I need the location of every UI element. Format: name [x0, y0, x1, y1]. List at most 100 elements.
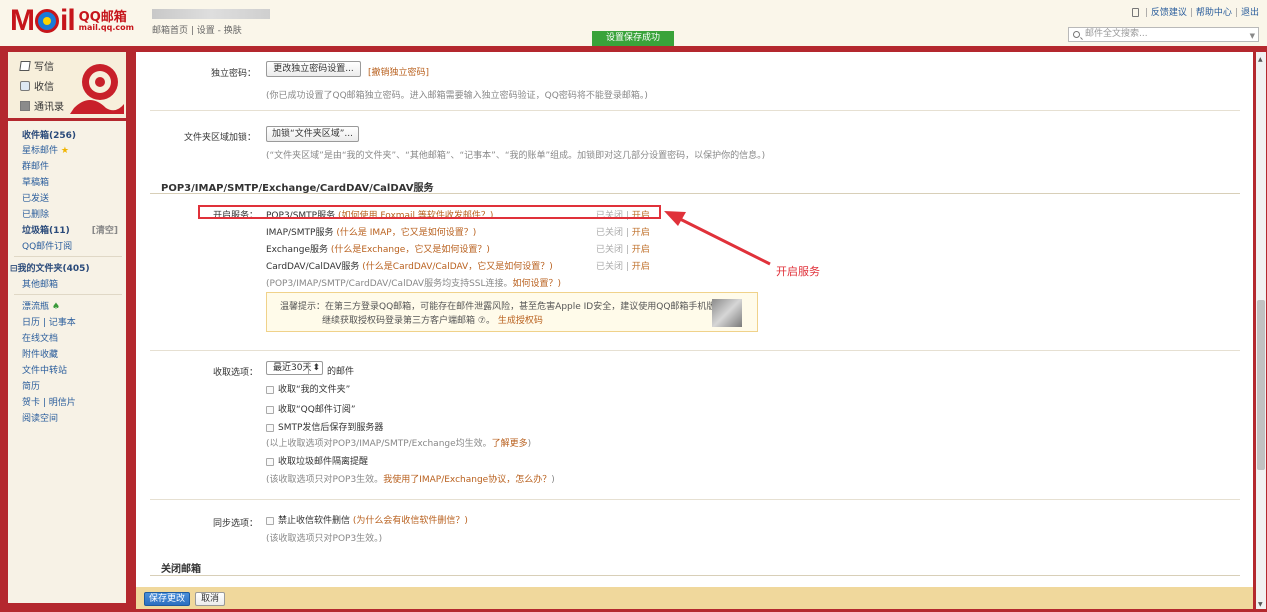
sidebar-item-other-mailboxes[interactable]: 其他邮箱 [8, 277, 126, 290]
service-status-carddav: 已关闭 | 开启 [596, 262, 650, 272]
top-links[interactable]: 邮箱首页 | 设置 - 换肤 [152, 23, 242, 36]
service-status-imap: 已关闭 | 开启 [596, 228, 650, 238]
service-name: IMAP/SMTP服务 [266, 228, 334, 238]
receive-folder-option[interactable]: 收取“我的文件夹” [266, 382, 350, 395]
ssl-hint: (POP3/IMAP/SMTP/CardDAV/CalDAV服务均支持SSL连接… [266, 276, 561, 289]
enable-carddav-link[interactable]: 开启 [632, 262, 650, 272]
sidebar-actions: 写信 收信 通讯录 [8, 52, 126, 118]
save-changes-button[interactable]: 保存更改 [144, 592, 190, 606]
enable-imap-link[interactable]: 开启 [632, 228, 650, 238]
sidebar-item-label: 日历 | 记事本 [22, 318, 76, 328]
sidebar-item-drift-bottle[interactable]: 漂流瓶 ♠ [8, 299, 126, 312]
top-bar: Mil QQ邮箱 mail.qq.com 邮箱首页 | 设置 - 换肤 设置保存… [0, 0, 1267, 46]
receive-button[interactable]: 收信 [20, 78, 54, 93]
sidebar-item-attachments[interactable]: 附件收藏 [8, 347, 126, 360]
footer-bar [136, 587, 1253, 609]
enable-exchange-link[interactable]: 开启 [632, 245, 650, 255]
cancel-password-link[interactable]: [撤销独立密码] [368, 65, 429, 78]
receive-suffix: 的邮件 [327, 367, 355, 377]
service-help-link[interactable]: (什么是CardDAV/CalDAV，它又是如何设置？) [362, 262, 552, 272]
status-text: 已关闭 [596, 228, 624, 238]
sidebar-folder-list: 收件箱(256) 星标邮件 ★ 群邮件 草稿箱 已发送 已删除 垃圾箱(11) [… [8, 121, 126, 603]
sidebar-item-reading-space[interactable]: 阅读空间 [8, 411, 126, 424]
ssl-help-link[interactable]: 如何设置？) [513, 279, 562, 289]
scrollbar-thumb[interactable] [1257, 300, 1265, 470]
service-row-imap: IMAP/SMTP服务 (什么是 IMAP，它又是如何设置？) [266, 225, 476, 238]
block-delete-option[interactable]: 禁止收信软件删信 (为什么会有收信软件删信？) [266, 513, 468, 526]
service-help-link[interactable]: (什么是Exchange，它又是如何设置？) [331, 245, 490, 255]
checkbox[interactable] [266, 385, 274, 394]
contacts-button[interactable]: 通讯录 [20, 98, 64, 113]
sidebar-item-subscriptions[interactable]: QQ邮件订阅 [8, 239, 126, 252]
sidebar-item-sent[interactable]: 已发送 [8, 191, 126, 204]
sidebar-item-label: 群邮件 [22, 162, 50, 172]
sidebar-item-calendar-notes[interactable]: 日历 | 记事本 [8, 315, 126, 328]
receive-hint-end: ) [527, 439, 532, 449]
feedback-link[interactable]: 反馈建议 [1151, 8, 1187, 18]
checkbox[interactable] [266, 423, 274, 432]
learn-more-link[interactable]: 了解更多 [492, 439, 528, 449]
smtp-save-option[interactable]: SMTP发信后保存到服务器 [266, 420, 383, 433]
service-row-exchange: Exchange服务 (什么是Exchange，它又是如何设置？) [266, 242, 490, 255]
tip-line-1: 温馨提示：在第三方登录QQ邮箱，可能存在邮件泄露风险，甚至危害Apple ID安… [280, 302, 743, 312]
sync-hint: (该收取选项只对POP3生效。) [266, 534, 383, 544]
qq-mail-logo[interactable]: Mil QQ邮箱 mail.qq.com [10, 4, 134, 37]
compose-button[interactable]: 写信 [19, 58, 54, 73]
sidebar-item-label: 贺卡 | 明信片 [22, 398, 76, 408]
help-center-link[interactable]: 帮助中心 [1196, 8, 1232, 18]
lock-folder-button[interactable]: 加锁“文件夹区域”... [266, 126, 359, 142]
imap-help-link[interactable]: 我使用了IMAP/Exchange协议，怎么办？ [383, 475, 551, 485]
sidebar-item-deleted[interactable]: 已删除 [8, 207, 126, 220]
junk-hint: (该收取选项只对POP3生效。我使用了IMAP/Exchange协议，怎么办？) [266, 472, 555, 485]
sidebar-item-group-mail[interactable]: 群邮件 [8, 159, 126, 172]
sidebar-item-label: 星标邮件 [22, 146, 59, 156]
sidebar-item-label: 附件收藏 [22, 350, 59, 360]
search-input[interactable]: 邮件全文搜索... ▼ [1068, 27, 1259, 42]
service-name: Exchange服务 [266, 245, 328, 255]
section-divider [150, 193, 1240, 194]
sidebar-item-file-transfer[interactable]: 文件中转站 [8, 363, 126, 376]
sidebar-item-drafts[interactable]: 草稿箱 [8, 175, 126, 188]
sidebar-item-resume[interactable]: 简历 [8, 379, 126, 392]
service-row-carddav: CardDAV/CalDAV服务 (什么是CardDAV/CalDAV，它又是如… [266, 259, 553, 272]
cancel-button[interactable]: 取消 [195, 592, 225, 606]
change-password-button[interactable]: 更改独立密码设置... [266, 61, 361, 77]
sidebar-item-my-folders[interactable]: ⊟我的文件夹(405) [8, 261, 126, 274]
scroll-up-icon[interactable]: ▲ [1258, 56, 1263, 63]
divider [150, 499, 1240, 500]
receive-label: 收信 [34, 82, 54, 93]
checkbox[interactable] [266, 516, 274, 525]
sidebar-item-label: 漂流瓶 [22, 302, 50, 312]
option-label: SMTP发信后保存到服务器 [278, 423, 384, 433]
status-text: 已关闭 [596, 245, 624, 255]
saved-success-banner: 设置保存成功 [592, 31, 674, 46]
checkbox[interactable] [266, 457, 274, 466]
receive-hint-text: (以上收取选项对POP3/IMAP/SMTP/Exchange均生效。 [266, 439, 492, 449]
generate-auth-code-link[interactable]: 生成授权码 [498, 316, 543, 326]
status-text: 已关闭 [596, 262, 624, 272]
tip-line-2-text: 继续获取授权码登录第三方客户端邮箱 [322, 316, 476, 326]
sidebar-item-online-docs[interactable]: 在线文档 [8, 331, 126, 344]
sync-help-link[interactable]: (为什么会有收信软件删信？) [353, 516, 468, 526]
receive-subscription-option[interactable]: 收取“QQ邮件订阅” [266, 402, 356, 415]
service-help-link[interactable]: (什么是 IMAP，它又是如何设置？) [336, 228, 476, 238]
password-hint: (你已成功设置了QQ邮箱独立密码。进入邮箱需要输入独立密码验证，QQ密码将不能登… [266, 91, 648, 101]
sidebar-item-inbox[interactable]: 收件箱(256) [8, 128, 126, 141]
sidebar-item-label: 草稿箱 [22, 178, 50, 188]
account-name-redacted [152, 9, 270, 19]
receive-range-select[interactable]: 最近30天 ⬍ [266, 361, 323, 375]
scroll-down-icon[interactable]: ▼ [1258, 601, 1263, 608]
collapse-icon[interactable]: ⊟ [10, 264, 18, 274]
chevron-down-icon[interactable]: ▼ [1250, 30, 1255, 43]
sidebar-divider [14, 256, 122, 257]
sidebar-item-starred[interactable]: 星标邮件 ★ [8, 143, 126, 156]
option-label: 禁止收信软件删信 [278, 516, 351, 526]
help-circle-icon[interactable]: ⑦ [478, 316, 486, 326]
logout-link[interactable]: 退出 [1241, 8, 1259, 18]
sidebar-item-junk[interactable]: 垃圾箱(11) [清空] [8, 223, 126, 236]
sidebar-item-cards[interactable]: 贺卡 | 明信片 [8, 395, 126, 408]
junk-reminder-option[interactable]: 收取垃圾邮件隔离提醒 [266, 454, 368, 467]
clear-junk-link[interactable]: [清空] [92, 223, 118, 236]
checkbox[interactable] [266, 405, 274, 414]
phone-icon[interactable] [1131, 8, 1139, 17]
